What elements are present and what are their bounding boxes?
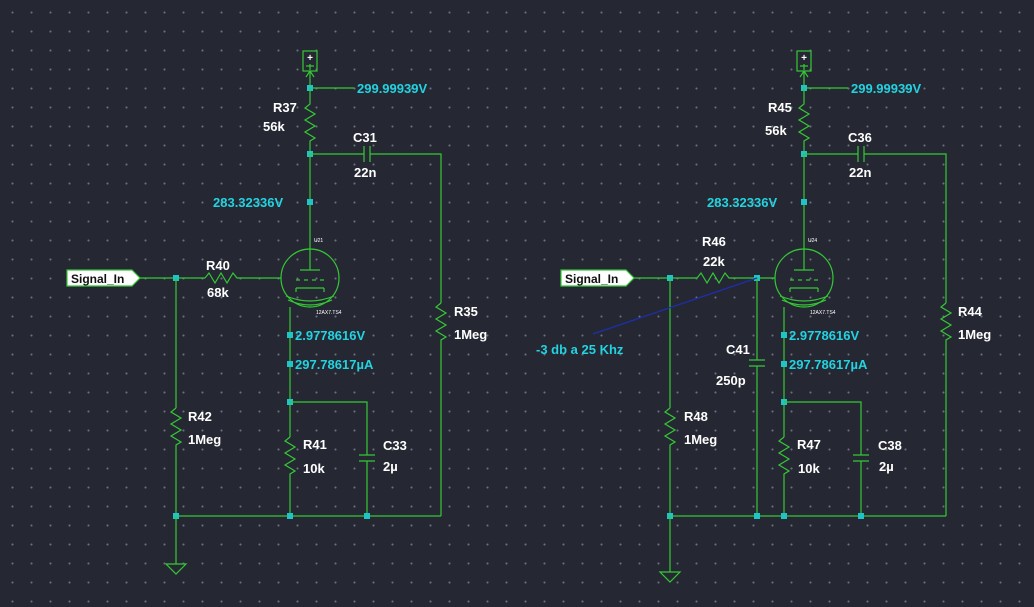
svg-text:U21: U21 xyxy=(314,238,323,244)
cathode-current-left: 297.78617µA xyxy=(295,357,374,372)
cathode-voltage-right: 2.9778616V xyxy=(789,328,859,343)
resistor-r44[interactable] xyxy=(939,302,953,516)
ground-node-left-3 xyxy=(364,513,370,519)
r37-value: 56k xyxy=(263,119,285,134)
c33-value: 2µ xyxy=(383,459,398,474)
input-port-label-right: Signal_In xyxy=(565,272,618,286)
resistor-r45[interactable] xyxy=(797,88,811,154)
ground-node-right-4 xyxy=(858,513,864,519)
r35-value: 1Meg xyxy=(454,327,487,342)
r47-value: 10k xyxy=(798,461,820,476)
right-stage: + U24 12AX7.TS4 Signal_In 299.99939V R45… xyxy=(536,50,991,583)
supply-symbol-right[interactable]: + xyxy=(796,50,812,88)
resistor-r37[interactable] xyxy=(303,88,317,154)
capacitor-c36[interactable] xyxy=(857,146,865,162)
c41-name: C41 xyxy=(726,342,750,357)
c31-value: 22n xyxy=(354,165,376,180)
cathode-current-node-left xyxy=(287,361,293,367)
ground-symbol-right xyxy=(658,571,682,583)
r46-value: 22k xyxy=(703,254,725,269)
svg-text:U24: U24 xyxy=(808,238,817,244)
r45-name: R45 xyxy=(768,100,792,115)
capacitor-c31[interactable] xyxy=(363,146,371,162)
input-port-right[interactable]: Signal_In xyxy=(560,269,635,287)
r41-value: 10k xyxy=(303,461,325,476)
resistor-r46[interactable] xyxy=(696,271,775,285)
r48-value: 1Meg xyxy=(684,432,717,447)
r40-value: 68k xyxy=(207,285,229,300)
supply-voltage-right: 299.99939V xyxy=(851,81,921,96)
cathode-current-node-right xyxy=(781,361,787,367)
r46-name: R46 xyxy=(702,234,726,249)
r35-name: R35 xyxy=(454,304,478,319)
note-annotation: -3 db a 25 Khz xyxy=(536,342,624,357)
left-stage: + U21 12AX7.TS4 Signal_In 299.99939V R37… xyxy=(66,50,487,575)
cathode-volt-node-left xyxy=(287,332,293,338)
r42-name: R42 xyxy=(188,409,212,424)
ground-symbol-left xyxy=(164,563,188,575)
resistor-r35[interactable] xyxy=(434,302,448,516)
ground-node-right-2 xyxy=(754,513,760,519)
svg-text:+: + xyxy=(307,53,313,64)
cathode-voltage-left: 2.9778616V xyxy=(295,328,365,343)
r44-name: R44 xyxy=(958,304,983,319)
resistor-r41[interactable] xyxy=(283,436,297,516)
plate-volt-node-left xyxy=(307,199,313,205)
cathode-current-right: 297.78617µA xyxy=(789,357,868,372)
plate-voltage-left: 283.32336V xyxy=(213,195,283,210)
supply-voltage-left: 299.99939V xyxy=(357,81,427,96)
ground-node-right-3 xyxy=(781,513,787,519)
plate-volt-node-right xyxy=(801,199,807,205)
input-port-left[interactable]: Signal_In xyxy=(66,269,141,287)
resistor-r40[interactable] xyxy=(204,271,281,285)
resistor-r48[interactable] xyxy=(663,407,677,516)
r44-value: 1Meg xyxy=(958,327,991,342)
r47-name: R47 xyxy=(797,437,821,452)
c38-value: 2µ xyxy=(879,459,894,474)
plate-voltage-right: 283.32336V xyxy=(707,195,777,210)
r42-value: 1Meg xyxy=(188,432,221,447)
resistor-r47[interactable] xyxy=(777,436,791,516)
capacitor-c38[interactable] xyxy=(853,454,869,462)
svg-text:+: + xyxy=(801,53,807,64)
r45-value: 56k xyxy=(765,123,787,138)
cathode-volt-node-right xyxy=(781,332,787,338)
c31-name: C31 xyxy=(353,130,377,145)
r40-name: R40 xyxy=(206,258,230,273)
c41-value: 250p xyxy=(716,373,746,388)
c33-name: C33 xyxy=(383,438,407,453)
supply-symbol-left[interactable]: + xyxy=(302,50,318,88)
svg-text:12AX7.TS4: 12AX7.TS4 xyxy=(316,310,342,316)
r41-name: R41 xyxy=(303,437,327,452)
ground-node-left-2 xyxy=(287,513,293,519)
r48-name: R48 xyxy=(684,409,708,424)
capacitor-c41[interactable] xyxy=(749,359,765,367)
schematic-canvas: + U21 12AX7.TS4 Signal_In 299.99939V R37… xyxy=(66,50,991,583)
tube-u24[interactable] xyxy=(774,248,834,308)
tube-u21[interactable] xyxy=(280,248,340,308)
input-port-label-left: Signal_In xyxy=(71,272,124,286)
resistor-r42[interactable] xyxy=(169,407,183,516)
r37-name: R37 xyxy=(273,100,297,115)
c36-name: C36 xyxy=(848,130,872,145)
capacitor-c33[interactable] xyxy=(359,454,375,462)
svg-text:12AX7.TS4: 12AX7.TS4 xyxy=(810,310,836,316)
c38-name: C38 xyxy=(878,438,902,453)
c36-value: 22n xyxy=(849,165,871,180)
